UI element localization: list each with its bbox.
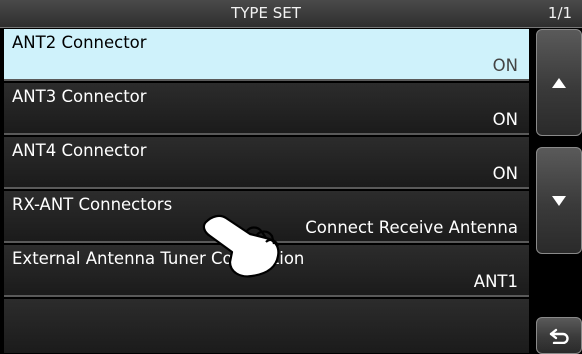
list-item-label: ANT3 Connector xyxy=(12,87,147,106)
list-item-value: ANT1 xyxy=(473,272,518,291)
list-item-label: RX-ANT Connectors xyxy=(12,195,173,214)
touch-hand-icon xyxy=(200,212,290,282)
side-button-column xyxy=(536,29,582,354)
scroll-down-button[interactable] xyxy=(536,147,582,254)
list-item-label: ANT2 Connector xyxy=(12,33,147,52)
up-triangle-icon xyxy=(552,77,566,88)
title-bar: TYPE SET 1/1 xyxy=(0,0,582,28)
page-indicator: 1/1 xyxy=(547,4,573,22)
list-item-value: ON xyxy=(492,56,518,75)
return-button[interactable] xyxy=(536,317,582,354)
list-item-empty xyxy=(4,299,529,353)
scroll-up-button[interactable] xyxy=(536,29,582,136)
list-item-value: ON xyxy=(492,164,518,183)
list-item-label: ANT4 Connector xyxy=(12,141,147,160)
list-item-ant4-connector[interactable]: ANT4 Connector ON xyxy=(4,137,529,189)
list-item-value: ON xyxy=(492,110,518,129)
type-set-screen: TYPE SET 1/1 ANT2 Connector ON ANT3 Conn… xyxy=(0,0,582,354)
list-item-ant3-connector[interactable]: ANT3 Connector ON xyxy=(4,83,529,135)
settings-list: ANT2 Connector ON ANT3 Connector ON ANT4… xyxy=(4,29,529,354)
down-triangle-icon xyxy=(552,195,566,206)
screen-title: TYPE SET xyxy=(231,4,301,22)
return-arrow-icon xyxy=(549,328,569,344)
list-item-ant2-connector[interactable]: ANT2 Connector ON xyxy=(4,29,529,81)
list-item-value: Connect Receive Antenna xyxy=(305,218,518,237)
